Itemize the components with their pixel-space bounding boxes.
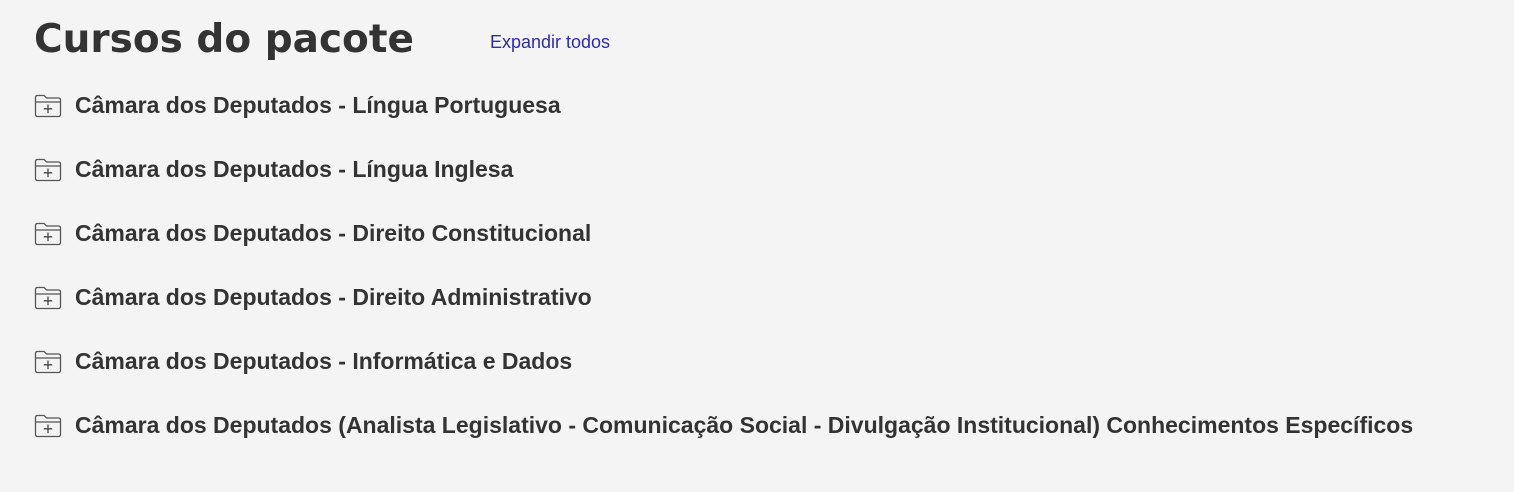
course-label: Câmara dos Deputados - Direito Constituc…: [75, 220, 592, 246]
page-header: Cursos do pacote Expandir todos: [34, 12, 610, 68]
expand-all-link[interactable]: Expandir todos: [490, 32, 610, 53]
folder-plus-icon: [34, 157, 62, 183]
course-label: Câmara dos Deputados (Analista Legislati…: [75, 412, 1414, 438]
folder-plus-icon: [34, 285, 62, 311]
course-item[interactable]: Câmara dos Deputados - Direito Constituc…: [34, 212, 1413, 276]
folder-plus-icon: [34, 221, 62, 247]
course-label: Câmara dos Deputados - Língua Portuguesa: [75, 92, 561, 118]
course-item[interactable]: Câmara dos Deputados - Direito Administr…: [34, 276, 1413, 340]
course-label: Câmara dos Deputados - Informática e Dad…: [75, 348, 573, 374]
page-title: Cursos do pacote: [34, 17, 414, 62]
course-list: Câmara dos Deputados - Língua Portuguesa…: [34, 84, 1413, 468]
folder-plus-icon: [34, 413, 62, 439]
course-label: Câmara dos Deputados - Língua Inglesa: [75, 156, 514, 182]
course-item[interactable]: Câmara dos Deputados - Língua Inglesa: [34, 148, 1413, 212]
course-label: Câmara dos Deputados - Direito Administr…: [75, 284, 592, 310]
course-item[interactable]: Câmara dos Deputados - Língua Portuguesa: [34, 84, 1413, 148]
course-item[interactable]: Câmara dos Deputados - Informática e Dad…: [34, 340, 1413, 404]
folder-plus-icon: [34, 93, 62, 119]
folder-plus-icon: [34, 349, 62, 375]
course-item[interactable]: Câmara dos Deputados (Analista Legislati…: [34, 404, 1413, 468]
